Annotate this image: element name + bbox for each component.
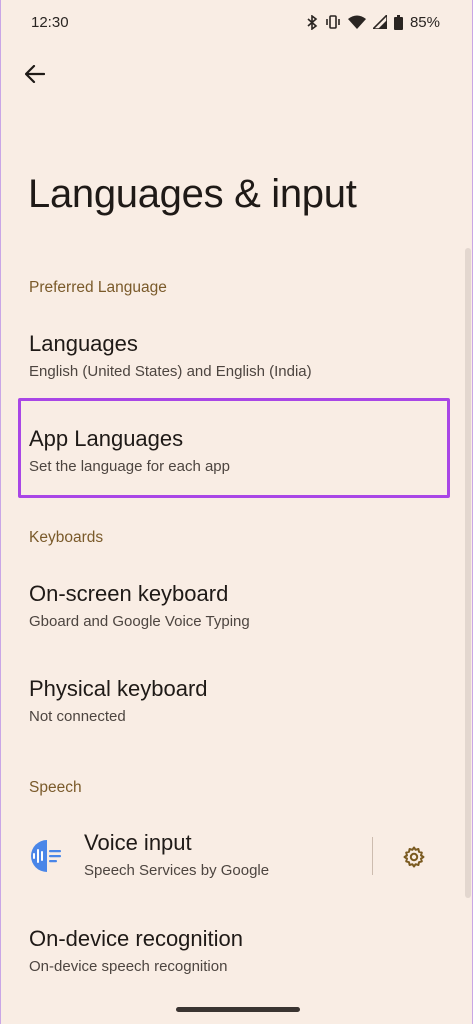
voice-input-settings-button[interactable] xyxy=(399,842,429,872)
item-subtitle: Gboard and Google Voice Typing xyxy=(29,613,250,630)
arrow-back-icon xyxy=(25,65,45,83)
status-icons: 85% xyxy=(307,14,440,31)
status-bar: 12:30 85% xyxy=(1,0,472,44)
item-subtitle: Speech Services by Google xyxy=(84,862,270,879)
section-header-preferred-language: Preferred Language xyxy=(29,279,167,296)
status-time: 12:30 xyxy=(31,13,69,31)
vertical-divider xyxy=(372,837,373,875)
gear-icon xyxy=(403,846,425,868)
item-subtitle: On-device speech recognition xyxy=(29,958,228,975)
scrollbar[interactable] xyxy=(465,248,471,898)
item-title: Languages xyxy=(29,331,138,356)
page-title: Languages & input xyxy=(28,172,357,216)
home-indicator[interactable] xyxy=(176,1007,300,1012)
app-languages-item[interactable]: App Languages Set the language for each … xyxy=(1,426,472,476)
vibrate-icon xyxy=(326,15,340,29)
section-header-speech: Speech xyxy=(29,779,82,796)
voice-input-icon xyxy=(31,840,61,872)
item-title: On-screen keyboard xyxy=(29,581,229,606)
section-header-keyboards: Keyboards xyxy=(29,529,104,546)
back-button[interactable] xyxy=(19,58,51,90)
on-device-recognition-item[interactable]: On-device recognition On-device speech r… xyxy=(1,926,472,976)
item-title: Voice input xyxy=(84,830,192,855)
item-title: Physical keyboard xyxy=(29,676,208,701)
item-subtitle: Not connected xyxy=(29,708,126,725)
item-subtitle: Set the language for each app xyxy=(29,458,230,475)
screen: 12:30 85% Languages & input Preferred La… xyxy=(0,0,473,1024)
item-title: App Languages xyxy=(29,426,184,451)
physical-keyboard-item[interactable]: Physical keyboard Not connected xyxy=(1,676,472,726)
voice-input-item[interactable]: Voice input Speech Services by Google xyxy=(84,830,269,880)
bluetooth-icon xyxy=(307,14,318,30)
battery-percent: 85% xyxy=(409,13,440,31)
item-subtitle: English (United States) and English (Ind… xyxy=(29,363,312,380)
languages-item[interactable]: Languages English (United States) and En… xyxy=(1,331,472,381)
on-screen-keyboard-item[interactable]: On-screen keyboard Gboard and Google Voi… xyxy=(1,581,472,631)
item-title: On-device recognition xyxy=(29,926,244,951)
wifi-icon xyxy=(347,15,366,29)
battery-icon xyxy=(393,14,403,30)
cell-signal-icon xyxy=(372,15,387,29)
